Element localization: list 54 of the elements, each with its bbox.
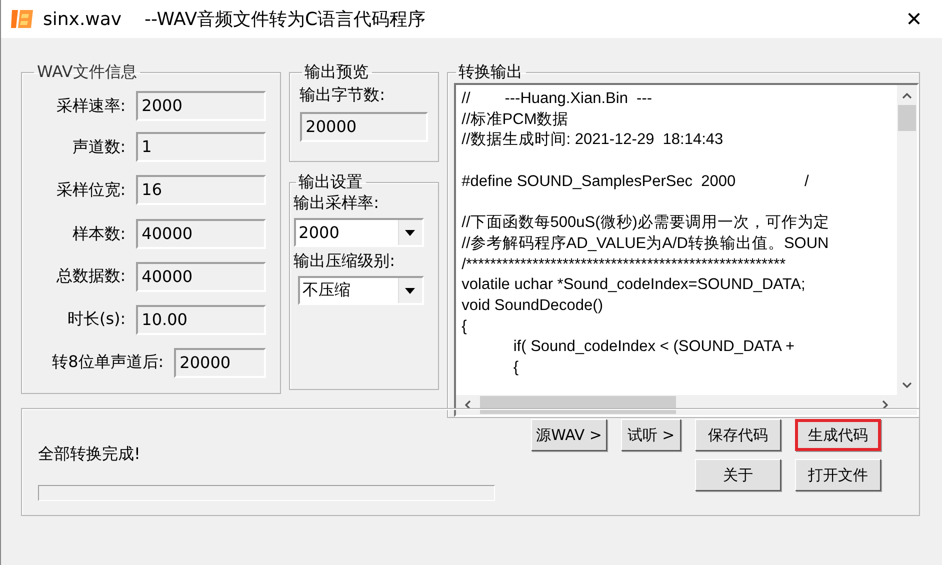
value-field: 16 bbox=[136, 175, 266, 206]
code-line: /***************************************************** bbox=[462, 254, 787, 274]
window-title: sinx.wav --WAV音频文件转为C语言代码程序 bbox=[43, 8, 427, 31]
scroll-thumb[interactable] bbox=[898, 105, 916, 131]
code-line: { bbox=[462, 316, 468, 337]
action-button[interactable]: 打开文件 bbox=[795, 459, 881, 491]
action-button[interactable]: 保存代码 bbox=[695, 419, 781, 451]
scroll-right-icon[interactable] bbox=[882, 400, 888, 410]
dropdown-arrow-icon bbox=[405, 288, 416, 294]
dropdown[interactable]: 不压缩 bbox=[298, 276, 424, 305]
close-button[interactable]: ✕ bbox=[894, 3, 934, 35]
field-label: 样本数: bbox=[72, 224, 126, 245]
panel-title: 转换输出 bbox=[458, 62, 524, 83]
code-line: // ---Huang.Xian.Bin --- bbox=[462, 89, 654, 109]
value-field: 20000 bbox=[174, 348, 266, 378]
horizontal-scrollbar[interactable] bbox=[456, 395, 897, 415]
field-label: 输出字节数: bbox=[300, 85, 386, 106]
field-label: 转8位单声道后: bbox=[52, 352, 164, 374]
field-label: 时长(s): bbox=[67, 309, 126, 330]
value-field: 40000 bbox=[136, 219, 266, 250]
field-label: 声道数: bbox=[72, 136, 126, 158]
code-line: { bbox=[512, 358, 520, 378]
field-label: 输出采样率: bbox=[294, 193, 380, 214]
panel-title: 输出设置 bbox=[298, 172, 364, 193]
value-field: 1 bbox=[136, 132, 266, 162]
dropdown[interactable]: 2000 bbox=[294, 218, 424, 247]
code-line: #define SOUND_SamplesPerSec 2000 / bbox=[462, 172, 810, 192]
scroll-down-icon[interactable] bbox=[902, 382, 912, 388]
code-line: //参考解码程序AD_VALUE为A/D转换输出值。SOUN bbox=[462, 234, 830, 254]
dropdown-arrow-icon bbox=[405, 230, 416, 236]
action-button[interactable]: 试听 > bbox=[621, 419, 681, 451]
value-field: 10.00 bbox=[136, 304, 266, 335]
value-field: 2000 bbox=[136, 91, 266, 122]
action-button[interactable]: 生成代码 bbox=[795, 419, 881, 451]
code-line: //数据生成时间: 2021-12-29 18:14:43 bbox=[462, 130, 724, 150]
scroll-up-icon[interactable] bbox=[902, 92, 912, 98]
panel-title: 输出预览 bbox=[304, 62, 370, 83]
field-label: 采样速率: bbox=[56, 96, 126, 117]
action-button[interactable]: 源WAV > bbox=[531, 419, 607, 451]
status-message: 全部转换完成! bbox=[38, 444, 142, 465]
code-line: //下面函数每500uS(微秒)必需要调用一次，可作为定 bbox=[462, 213, 830, 234]
field-label: 采样位宽: bbox=[56, 180, 126, 201]
field-label: 总数据数: bbox=[56, 266, 126, 288]
code-line: //标准PCM数据 bbox=[462, 110, 570, 130]
value-field: 40000 bbox=[136, 262, 266, 292]
code-line: volatile uchar *Sound_codeIndex=SOUND_DATA; bbox=[462, 275, 806, 296]
panel-title: WAV文件信息 bbox=[36, 62, 138, 83]
scroll-left-icon[interactable] bbox=[464, 400, 472, 410]
vertical-scrollbar[interactable] bbox=[897, 85, 917, 395]
code-line: void SoundDecode() bbox=[462, 296, 604, 316]
field-label: 输出压缩级别: bbox=[294, 251, 396, 272]
value-field: 20000 bbox=[300, 112, 428, 142]
code-line: if( Sound_codeIndex < (SOUND_DATA + bbox=[512, 337, 796, 358]
action-button[interactable]: 关于 bbox=[695, 459, 781, 491]
